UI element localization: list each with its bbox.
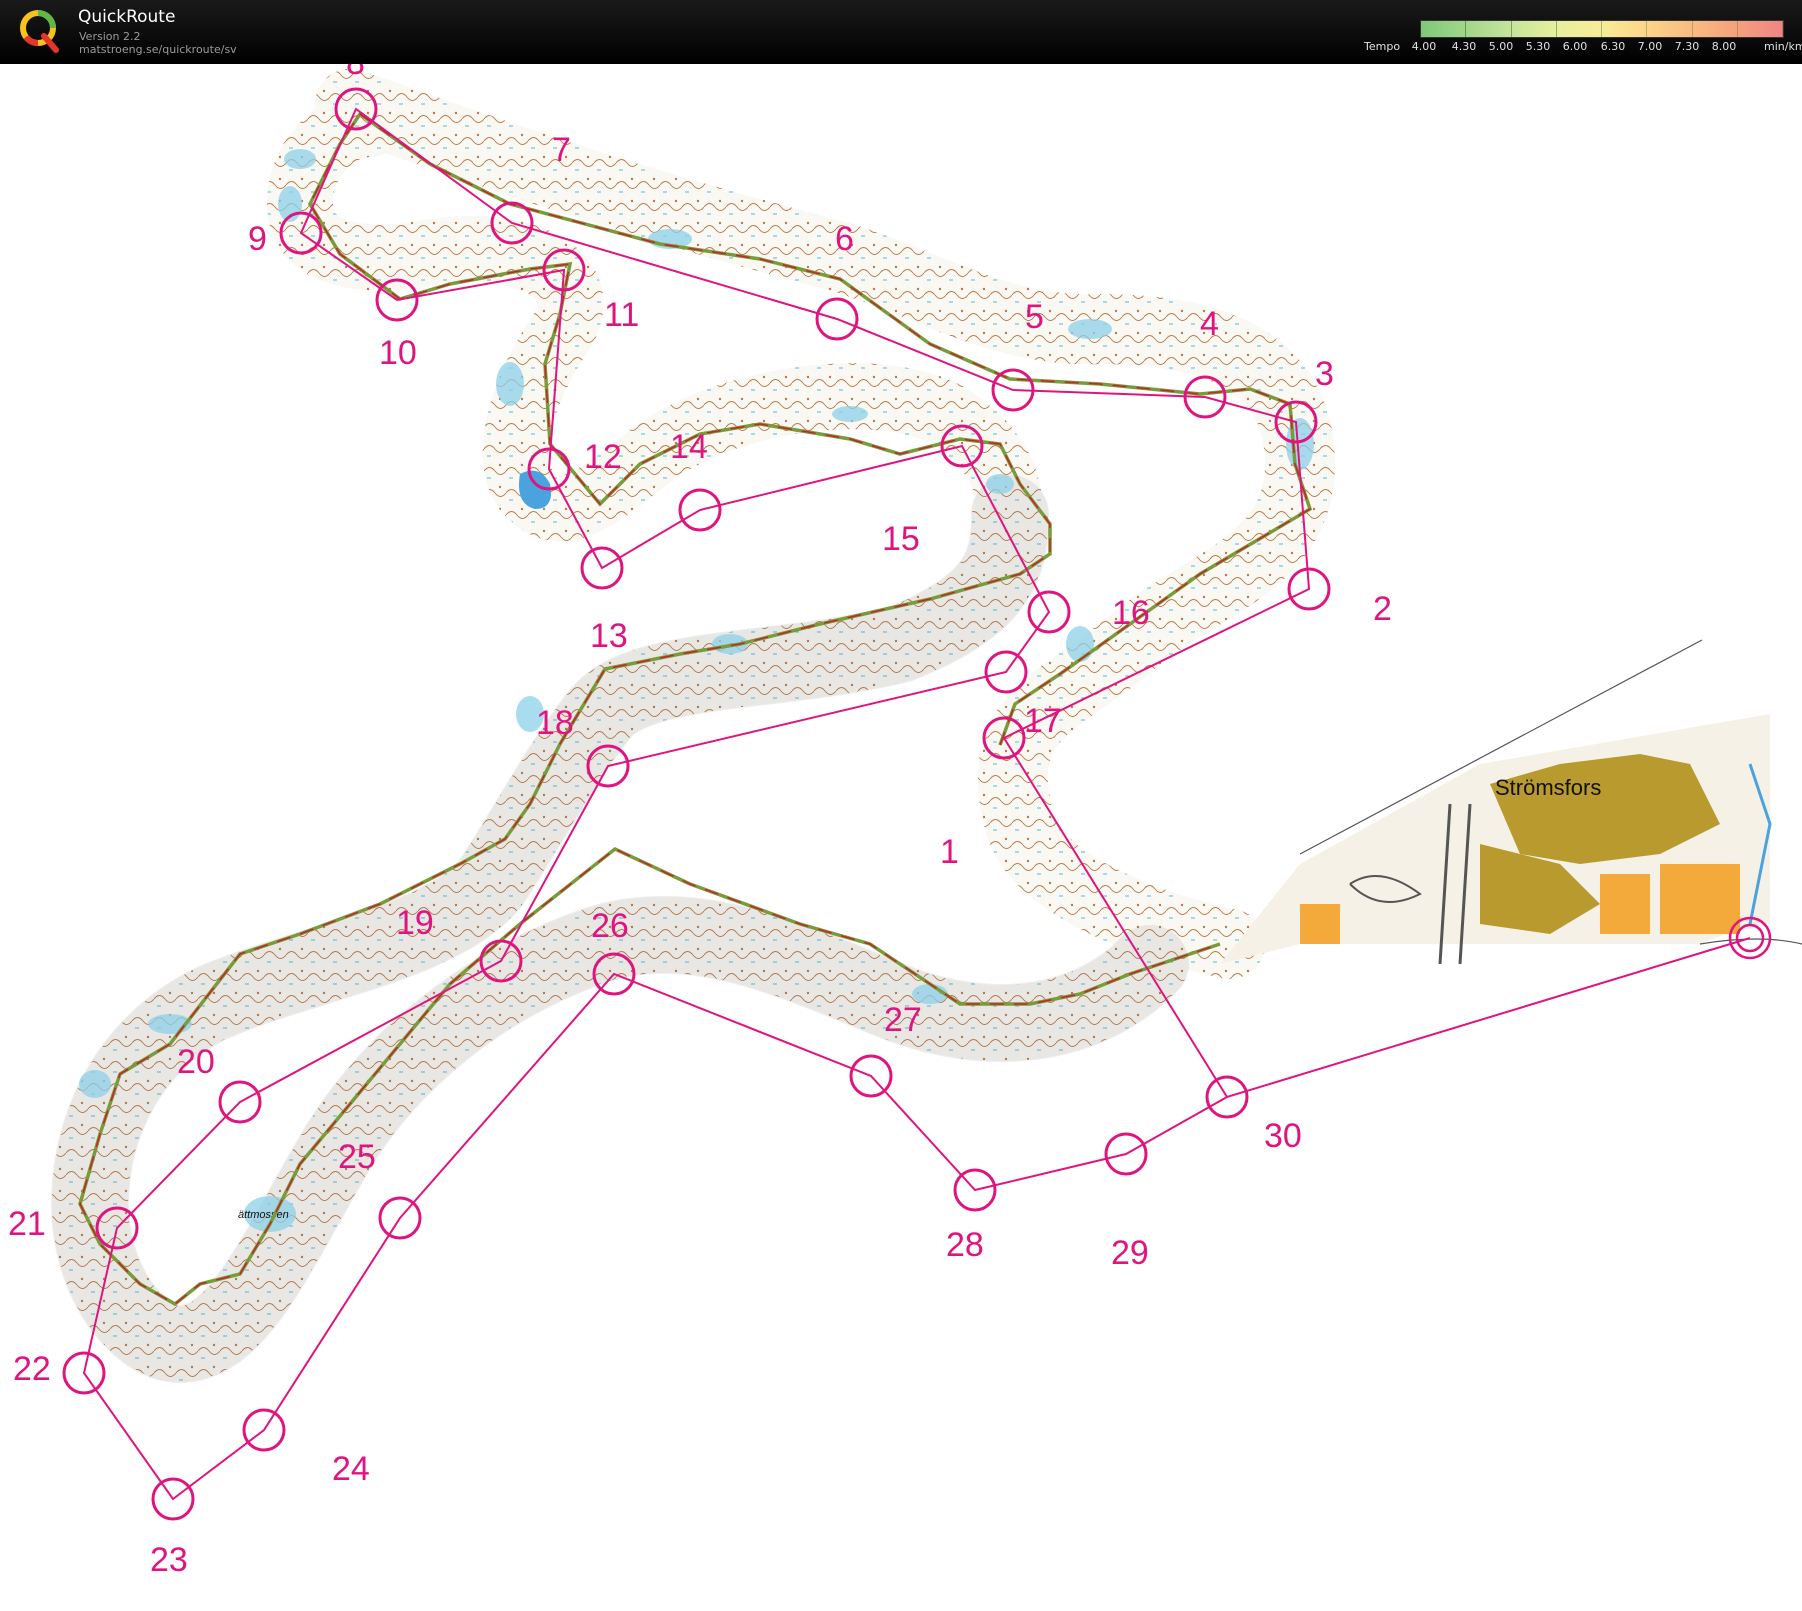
control-number: 14 bbox=[670, 428, 708, 466]
control-number: 30 bbox=[1264, 1117, 1302, 1155]
control-number: 22 bbox=[13, 1350, 51, 1388]
control-number: 10 bbox=[379, 334, 417, 372]
legend-tick: 8.00 bbox=[1711, 40, 1737, 53]
legend-tick: 4.30 bbox=[1451, 40, 1477, 53]
app-url[interactable]: matstroeng.se/quickroute/sv bbox=[79, 43, 237, 56]
control-number: 29 bbox=[1111, 1234, 1149, 1272]
town-area bbox=[1220, 639, 1802, 965]
control-number: 26 bbox=[591, 907, 629, 945]
control-number: 8 bbox=[346, 64, 365, 82]
control-number: 9 bbox=[248, 220, 267, 258]
pace-swatch bbox=[1602, 21, 1648, 37]
app-header: QuickRoute Version 2.2 matstroeng.se/qui… bbox=[0, 0, 1802, 64]
legend-tick: 4.00 bbox=[1411, 40, 1437, 53]
control-number: 5 bbox=[1025, 298, 1044, 336]
control-number: 1 bbox=[940, 833, 959, 871]
control-number: 20 bbox=[177, 1043, 215, 1081]
legend-tick: 7.00 bbox=[1637, 40, 1663, 53]
control-number: 4 bbox=[1200, 305, 1219, 343]
orienteering-map[interactable]: Strömsfors ättmossen 1 2 3 4 5 6 7 9 10 … bbox=[0, 64, 1802, 1611]
pace-swatch bbox=[1466, 21, 1512, 37]
legend-tick: 6.00 bbox=[1562, 40, 1588, 53]
control-number: 15 bbox=[882, 520, 920, 558]
pace-color-scale bbox=[1420, 20, 1784, 38]
legend-label: Tempo bbox=[1364, 40, 1401, 53]
pace-swatch bbox=[1556, 21, 1602, 37]
control-number: 7 bbox=[552, 131, 571, 169]
pace-swatch bbox=[1511, 21, 1557, 37]
pace-swatch bbox=[1737, 21, 1783, 37]
pace-swatch bbox=[1647, 21, 1693, 37]
app-name: QuickRoute bbox=[78, 7, 176, 27]
pace-swatch bbox=[1421, 21, 1467, 37]
control-number: 16 bbox=[1112, 594, 1150, 632]
control-number: 25 bbox=[338, 1138, 376, 1176]
control-number: 18 bbox=[536, 704, 574, 742]
legend-unit: min/km bbox=[1764, 40, 1802, 53]
pace-swatch bbox=[1692, 21, 1738, 37]
lake-label: ättmossen bbox=[238, 1209, 289, 1221]
control-number: 27 bbox=[884, 1001, 922, 1039]
control-number: 13 bbox=[590, 617, 628, 655]
control-number: 17 bbox=[1024, 702, 1062, 740]
control-number: 11 bbox=[604, 296, 639, 334]
legend-tick: 5.30 bbox=[1525, 40, 1551, 53]
legend-tick: 5.00 bbox=[1488, 40, 1514, 53]
control-number: 6 bbox=[835, 220, 854, 258]
quickroute-logo-icon bbox=[20, 10, 59, 53]
app-version: Version 2.2 bbox=[79, 30, 141, 43]
control-number: 3 bbox=[1315, 355, 1334, 393]
map-corridor bbox=[50, 69, 1336, 1384]
legend-tick: 6.30 bbox=[1600, 40, 1626, 53]
control-number: 21 bbox=[8, 1205, 46, 1243]
control-number: 24 bbox=[332, 1450, 370, 1488]
pace-legend: Tempo 4.00 4.30 5.00 5.30 6.00 6.30 7.00… bbox=[1360, 18, 1802, 58]
control-number: 19 bbox=[396, 904, 434, 942]
control-number: 12 bbox=[584, 438, 622, 476]
legend-tick: 7.30 bbox=[1674, 40, 1700, 53]
town-label: Strömsfors bbox=[1495, 775, 1601, 800]
control-number: 28 bbox=[946, 1226, 984, 1264]
control-number: 23 bbox=[150, 1541, 188, 1579]
control-number: 2 bbox=[1373, 590, 1392, 628]
